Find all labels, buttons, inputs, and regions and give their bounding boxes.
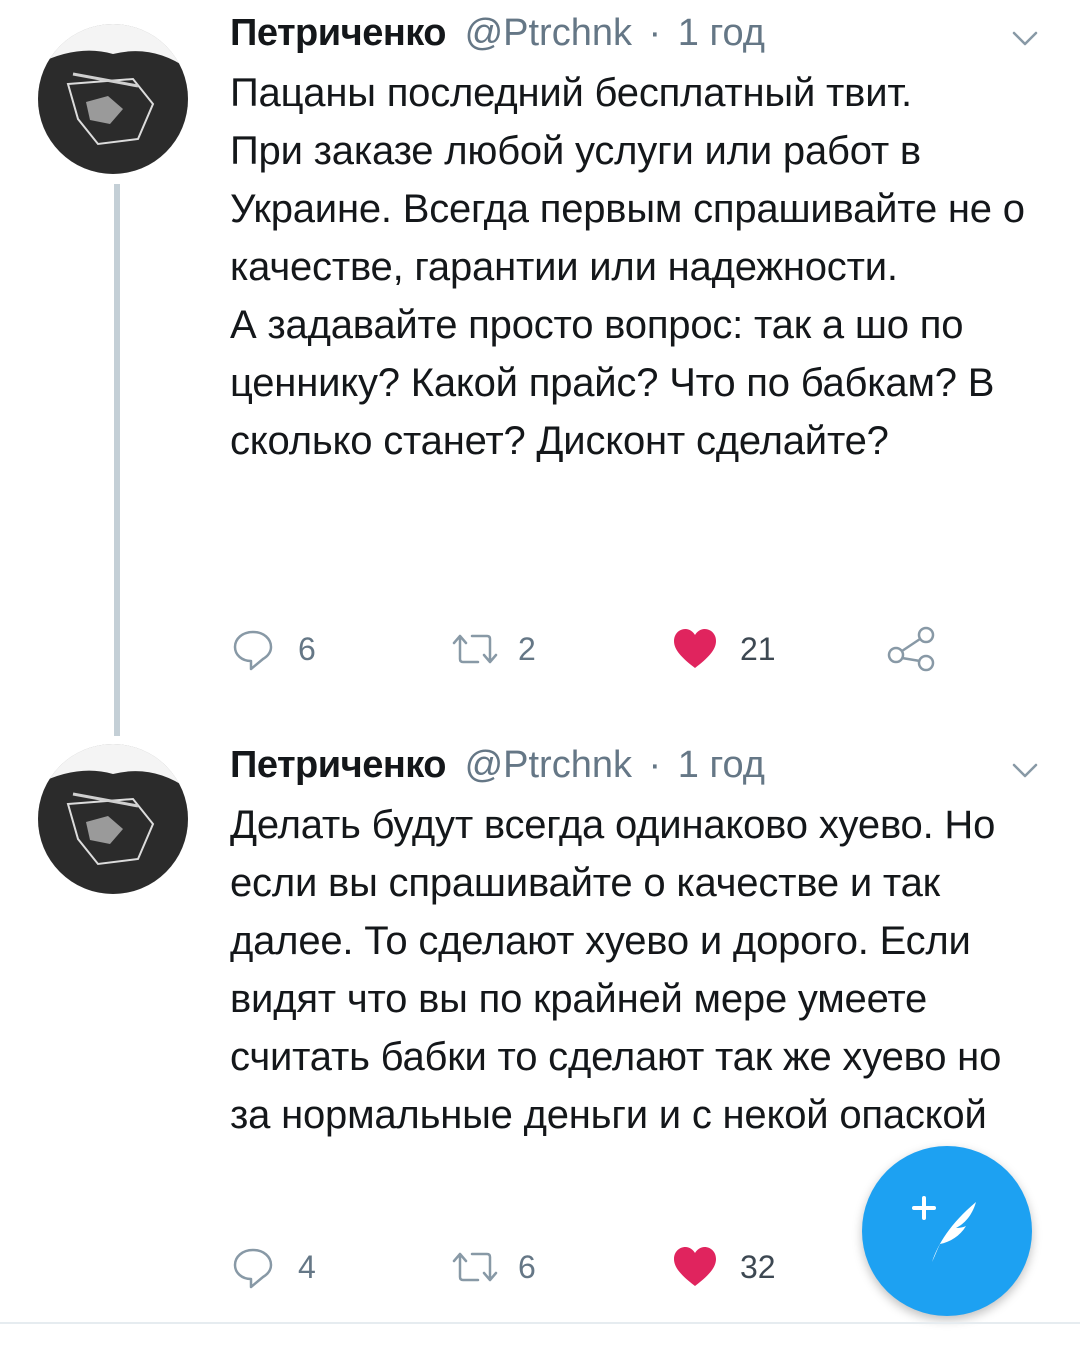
tweet-text: Пацаны последний бесплатный твит. При за… — [230, 71, 1025, 463]
reply-icon — [230, 1244, 276, 1290]
retweet-icon — [450, 629, 500, 669]
time-separator: · — [648, 744, 662, 786]
share-button[interactable] — [886, 624, 938, 674]
compose-tweet-button[interactable] — [862, 1146, 1032, 1316]
avatar[interactable] — [38, 744, 188, 894]
reply-count: 6 — [298, 630, 316, 667]
avatar-image — [38, 744, 188, 894]
time-separator: · — [648, 12, 662, 54]
avatar-image — [38, 24, 188, 174]
tweet-text: Делать будут всегда одинаково хуево. Но … — [230, 803, 1002, 1137]
like-button[interactable]: 32 — [672, 1242, 776, 1292]
like-button[interactable]: 21 — [672, 624, 776, 674]
retweet-icon — [450, 1247, 500, 1287]
like-count: 21 — [740, 630, 776, 667]
retweet-button[interactable]: 6 — [450, 1242, 536, 1292]
handle[interactable]: @Ptrchnk — [465, 744, 632, 786]
retweet-button[interactable]: 2 — [450, 624, 536, 674]
chevron-down-icon[interactable] — [1010, 748, 1040, 778]
reply-button[interactable]: 6 — [230, 624, 316, 674]
avatar[interactable] — [38, 24, 188, 174]
timestamp[interactable]: 1 год — [678, 12, 765, 54]
reply-icon — [230, 626, 276, 672]
compose-tweet-icon — [902, 1184, 992, 1279]
thread-line — [114, 184, 120, 736]
tweet-actions: 6 2 21 — [230, 624, 1010, 674]
heart-icon — [672, 1246, 718, 1288]
tweet-header: Петриченко @Ptrchnk · 1 год — [230, 740, 1040, 790]
reply-button[interactable]: 4 — [230, 1242, 316, 1292]
share-icon — [886, 625, 938, 673]
display-name[interactable]: Петриченко — [230, 12, 447, 54]
display-name[interactable]: Петриченко — [230, 744, 447, 786]
chevron-down-icon[interactable] — [1010, 16, 1040, 46]
timestamp[interactable]: 1 год — [678, 744, 765, 786]
handle[interactable]: @Ptrchnk — [465, 12, 632, 54]
retweet-count: 6 — [518, 1248, 536, 1285]
tweet-1[interactable]: Петриченко @Ptrchnk · 1 год Пацаны после… — [0, 0, 1080, 736]
reply-count: 4 — [298, 1248, 316, 1285]
divider — [0, 1322, 1080, 1324]
heart-icon — [672, 628, 718, 670]
retweet-count: 2 — [518, 630, 536, 667]
tweet-header: Петриченко @Ptrchnk · 1 год — [230, 8, 1040, 58]
like-count: 32 — [740, 1248, 776, 1285]
